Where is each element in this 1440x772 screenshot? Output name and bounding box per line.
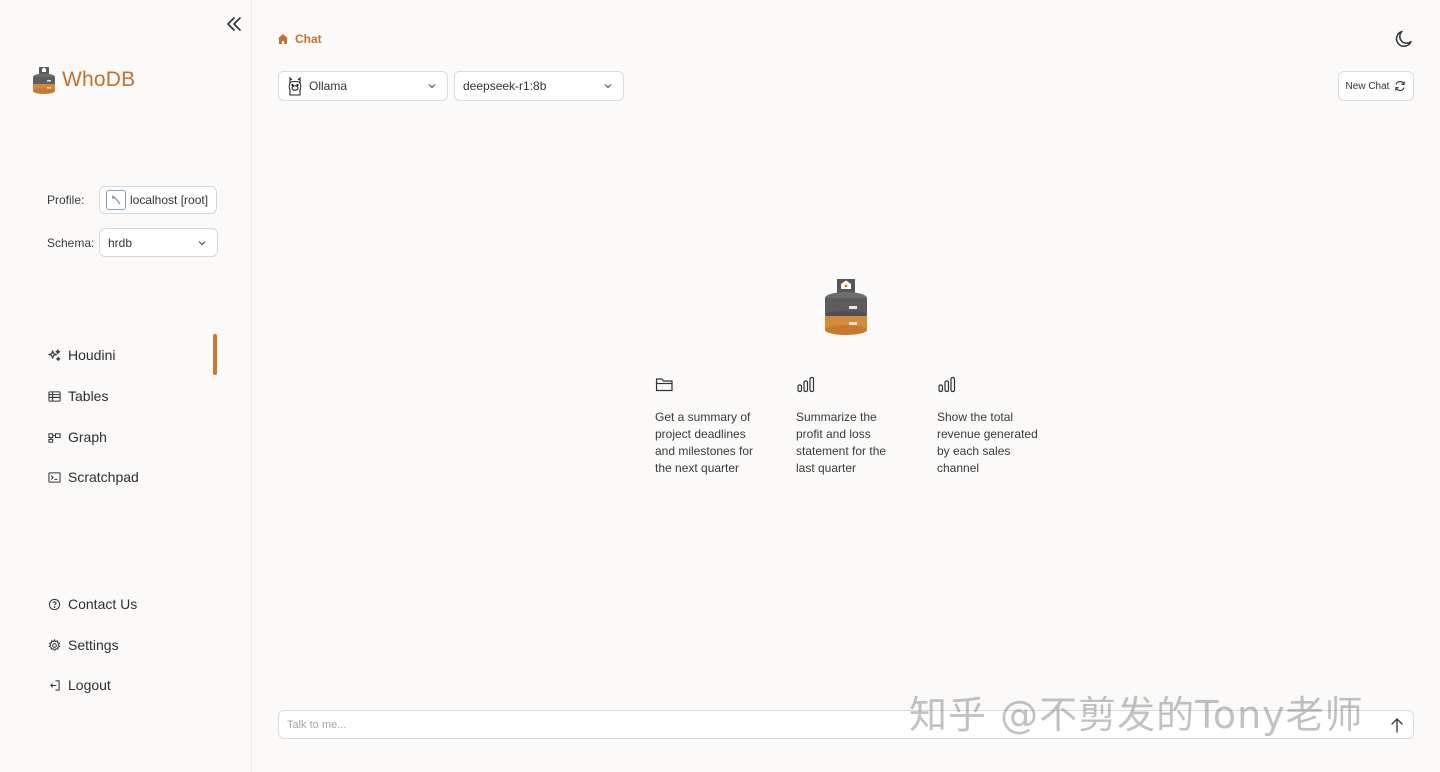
profile-selector[interactable]: localhost [root]: [99, 186, 218, 214]
provider-select[interactable]: Ollama: [278, 71, 448, 101]
nav-label-graph: Graph: [68, 429, 107, 445]
active-nav-indicator: [213, 334, 217, 375]
chevron-down-icon: [428, 84, 436, 89]
table-icon: [48, 390, 61, 402]
bar-chart-icon: [797, 376, 815, 393]
nav-item-houdini[interactable]: Houdini: [48, 345, 115, 365]
sidebar: WhoDB Profile: localhost [root] Schema: …: [0, 0, 252, 772]
nav-item-contact-us[interactable]: Contact Us: [48, 594, 137, 614]
suggestion-card[interactable]: Show the total revenue generated by each…: [937, 376, 1047, 477]
app-name: WhoDB: [62, 68, 136, 91]
nav-item-scratchpad[interactable]: Scratchpad: [48, 467, 139, 487]
main-content: Chat Ollama deepseek-r1:8b New Chat Get …: [253, 0, 1440, 772]
logout-icon: [50, 679, 60, 691]
new-chat-button[interactable]: New Chat: [1338, 71, 1414, 101]
moon-icon[interactable]: [1393, 28, 1415, 50]
schema-label: Schema:: [47, 235, 95, 250]
model-value: deepseek-r1:8b: [463, 79, 547, 93]
help-circle-icon: [48, 598, 61, 610]
terminal-icon: [48, 471, 61, 483]
watermark-text: 知乎 @不剪发的Tony老师: [909, 693, 1364, 737]
schema-value: hrdb: [108, 235, 133, 250]
schema-select[interactable]: hrdb: [99, 228, 218, 257]
nav-label-contact-us: Contact Us: [68, 596, 138, 612]
nav-label-settings: Settings: [68, 637, 119, 653]
suggestion-text: Get a summary of project deadlines and m…: [655, 410, 754, 475]
database-profile-icon: [106, 190, 126, 210]
nav-label-tables: Tables: [68, 388, 109, 404]
breadcrumb-chat: Chat: [295, 32, 322, 46]
nav-label-houdini: Houdini: [68, 347, 116, 363]
nav-label-scratchpad: Scratchpad: [68, 469, 139, 485]
sparkles-icon: [48, 348, 61, 361]
folder-icon: [655, 378, 673, 392]
suggestion-text: Show the total revenue generated by each…: [937, 410, 1038, 475]
profile-value: localhost [root]: [130, 193, 209, 207]
houdini-logo-icon: [823, 278, 869, 341]
bar-chart-icon: [938, 376, 956, 393]
nav-item-graph[interactable]: Graph: [48, 427, 107, 447]
nav-item-settings[interactable]: Settings: [48, 635, 119, 655]
suggestion-card[interactable]: Get a summary of project deadlines and m…: [655, 376, 765, 477]
graph-icon: [48, 432, 61, 443]
suggestion-text: Summarize the profit and loss statement …: [796, 410, 887, 475]
breadcrumb[interactable]: Chat: [277, 32, 322, 46]
app-logo[interactable]: WhoDB: [32, 66, 135, 94]
ollama-llama-icon: [288, 76, 302, 96]
nav-item-tables[interactable]: Tables: [48, 386, 108, 406]
profile-label: Profile:: [47, 193, 85, 207]
schema-row: Schema: hrdb: [47, 228, 218, 257]
home-icon: [278, 34, 288, 44]
chevron-down-icon: [604, 84, 612, 89]
send-arrow-icon[interactable]: [1389, 716, 1405, 734]
model-select[interactable]: deepseek-r1:8b: [454, 71, 624, 101]
suggestion-card[interactable]: Summarize the profit and loss statement …: [796, 376, 906, 477]
provider-value: Ollama: [309, 79, 348, 93]
nav-item-logout[interactable]: Logout: [48, 675, 111, 695]
nav-label-logout: Logout: [68, 677, 111, 693]
chevron-down-icon: [198, 240, 206, 245]
refresh-icon: [1395, 81, 1406, 91]
gear-icon: [48, 638, 61, 651]
profile-row: Profile: localhost [root]: [47, 186, 218, 214]
collapse-sidebar-icon[interactable]: [224, 14, 244, 34]
new-chat-label: New Chat: [1345, 80, 1390, 92]
whodb-logo-icon: [33, 67, 55, 94]
